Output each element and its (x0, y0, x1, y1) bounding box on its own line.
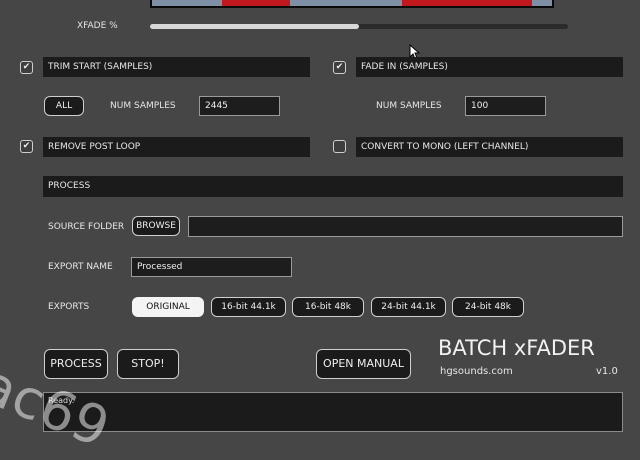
remove-post-loop-label: REMOVE POST LOOP (43, 137, 310, 157)
all-button[interactable]: ALL (44, 96, 84, 116)
fade-in-checkbox[interactable]: ✔ (333, 61, 346, 74)
status-box: Ready. (43, 392, 623, 432)
source-folder-label: SOURCE FOLDER (48, 222, 125, 232)
fade-num-samples-input[interactable]: 100 (465, 96, 546, 116)
export-name-input[interactable]: Processed (131, 257, 292, 277)
waveform-display (150, 0, 554, 8)
source-folder-input[interactable] (188, 216, 623, 237)
xfade-slider-fill (150, 24, 359, 29)
waveform-red-left (222, 0, 290, 6)
trim-num-samples-input[interactable]: 2445 (199, 96, 280, 116)
fade-in-label: FADE IN (SAMPLES) (356, 57, 623, 77)
app-title: BATCH xFADER (438, 336, 595, 360)
open-manual-button[interactable]: OPEN MANUAL (316, 349, 411, 379)
xfade-label: XFADE % (77, 21, 118, 31)
export-24bit-44k-button[interactable]: 24-bit 44.1k (371, 297, 446, 317)
convert-mono-label: CONVERT TO MONO (LEFT CHANNEL) (356, 137, 623, 157)
trim-start-checkbox[interactable]: ✔ (20, 61, 33, 74)
status-text: Ready. (48, 396, 75, 405)
export-name-label: EXPORT NAME (48, 262, 113, 272)
xfade-slider-track[interactable] (150, 24, 568, 29)
stop-button[interactable]: STOP! (117, 349, 179, 379)
waveform-red-right (402, 0, 532, 6)
trim-start-label: TRIM START (SAMPLES) (43, 57, 310, 77)
exports-label: EXPORTS (48, 302, 90, 312)
remove-post-loop-checkbox[interactable]: ✔ (20, 140, 33, 153)
version-label: v1.0 (596, 366, 618, 377)
export-16bit-48k-button[interactable]: 16-bit 48k (292, 297, 364, 317)
trim-num-samples-label: NUM SAMPLES (110, 101, 176, 111)
fade-num-samples-label: NUM SAMPLES (376, 101, 442, 111)
convert-mono-checkbox[interactable] (333, 140, 346, 153)
export-24bit-48k-button[interactable]: 24-bit 48k (452, 297, 524, 317)
export-original-button[interactable]: ORIGINAL (132, 297, 204, 317)
export-16bit-44k-button[interactable]: 16-bit 44.1k (211, 297, 286, 317)
process-section-header: PROCESS (43, 176, 623, 197)
browse-button[interactable]: BROWSE (132, 216, 180, 236)
website-label: hgsounds.com (440, 366, 513, 377)
